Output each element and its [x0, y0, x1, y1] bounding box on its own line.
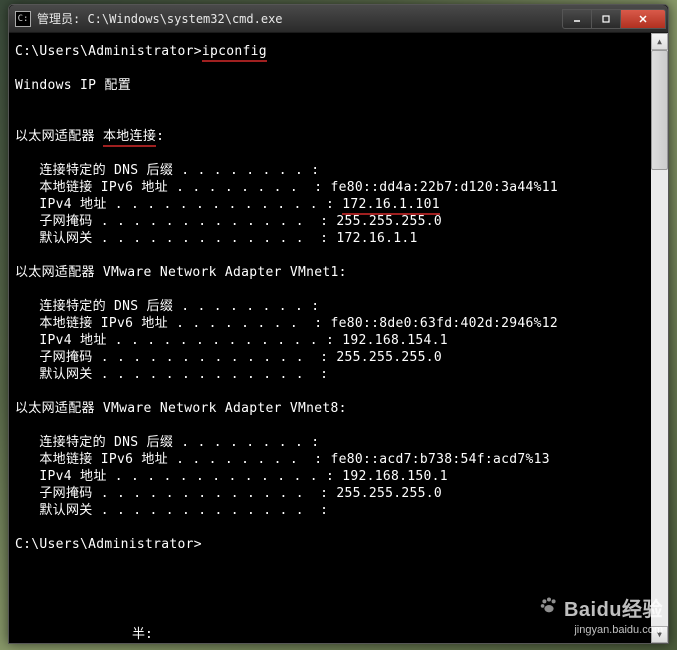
console-area: C:\Users\Administrator>ipconfig Windows … — [9, 33, 668, 643]
console-output[interactable]: C:\Users\Administrator>ipconfig Windows … — [9, 33, 651, 643]
minimize-button[interactable] — [562, 9, 592, 29]
window-title: 管理员: C:\Windows\system32\cmd.exe — [37, 10, 563, 27]
vertical-scrollbar[interactable]: ▲ ▼ — [651, 33, 668, 643]
cmd-icon: C: — [15, 11, 31, 27]
bottom-fragment-text: 半: — [132, 623, 153, 642]
maximize-button[interactable] — [591, 9, 621, 29]
scroll-track[interactable] — [651, 50, 668, 626]
window-controls — [563, 9, 666, 29]
scroll-up-button[interactable]: ▲ — [651, 33, 668, 50]
cmd-window: C: 管理员: C:\Windows\system32\cmd.exe C:\U… — [8, 4, 669, 644]
scroll-thumb[interactable] — [651, 50, 668, 170]
scroll-down-button[interactable]: ▼ — [651, 626, 668, 643]
close-button[interactable] — [620, 9, 666, 29]
titlebar[interactable]: C: 管理员: C:\Windows\system32\cmd.exe — [9, 5, 668, 33]
